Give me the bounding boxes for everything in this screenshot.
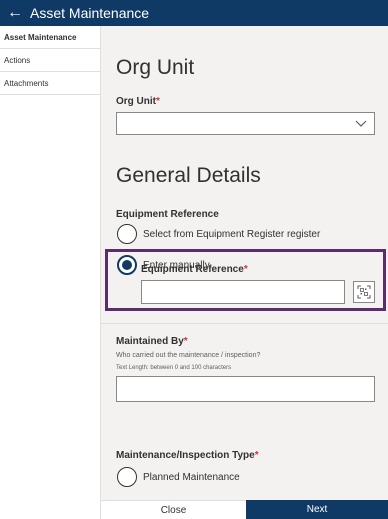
radio-label: Planned Maintenance (143, 471, 240, 483)
barcode-scan-icon (357, 285, 371, 299)
form-panel: Org Unit Org Unit* General Details Equip… (101, 26, 388, 491)
arrow-left-icon[interactable]: ← (0, 0, 30, 26)
sidebar-item-asset-maintenance[interactable]: Asset Maintenance (0, 26, 100, 49)
radio-button[interactable] (117, 467, 137, 487)
required-mark: * (156, 96, 160, 107)
maintenance-type-label: Maintenance/Inspection Type* (116, 450, 259, 461)
org-unit-label-text: Org Unit (116, 96, 156, 107)
radio-button-selected[interactable] (117, 255, 137, 275)
radio-option-planned-maintenance[interactable]: Planned Maintenance (117, 467, 240, 487)
maintained-by-length-hint: Text Length: between 0 and 100 character… (116, 365, 232, 371)
maintained-by-label-text: Maintained By (116, 336, 184, 347)
next-button[interactable]: Next (246, 500, 388, 519)
manual-label-text: Equipment Reference (141, 264, 244, 275)
app-header: ← Asset Maintenance (0, 0, 388, 26)
org-unit-label: Org Unit* (116, 96, 160, 107)
required-mark: * (254, 450, 259, 461)
close-button[interactable]: Close (101, 500, 246, 519)
sidebar-item-attachments[interactable]: Attachments (0, 72, 100, 95)
equipment-reference-label: Equipment Reference (116, 209, 219, 220)
equipment-reference-input[interactable] (141, 280, 345, 304)
org-unit-dropdown[interactable] (116, 112, 375, 135)
app-title: Asset Maintenance (30, 5, 150, 21)
maintained-by-label: Maintained By* (116, 336, 188, 347)
maintenance-type-label-text: Maintenance/Inspection Type (116, 450, 255, 461)
maintained-by-input[interactable] (116, 376, 375, 402)
radio-button[interactable] (117, 224, 137, 244)
barcode-scan-button[interactable] (353, 281, 375, 303)
divider (101, 323, 388, 324)
manual-equipment-reference-label: Equipment Reference* (141, 264, 248, 275)
section-heading-org-unit: Org Unit (116, 56, 195, 79)
required-mark: * (183, 336, 188, 347)
radio-label: Select from Equipment Register register (143, 228, 321, 240)
footer-bar: Close Next (101, 500, 388, 519)
radio-option-select-register[interactable]: Select from Equipment Register register (117, 224, 320, 244)
section-heading-general-details: General Details (116, 164, 261, 187)
required-mark: * (243, 264, 248, 275)
sidebar-item-actions[interactable]: Actions (0, 49, 100, 72)
maintained-by-help: Who carried out the maintenance / inspec… (116, 352, 261, 359)
chevron-down-icon (355, 120, 367, 127)
sidebar: Asset Maintenance Actions Attachments (0, 26, 101, 519)
